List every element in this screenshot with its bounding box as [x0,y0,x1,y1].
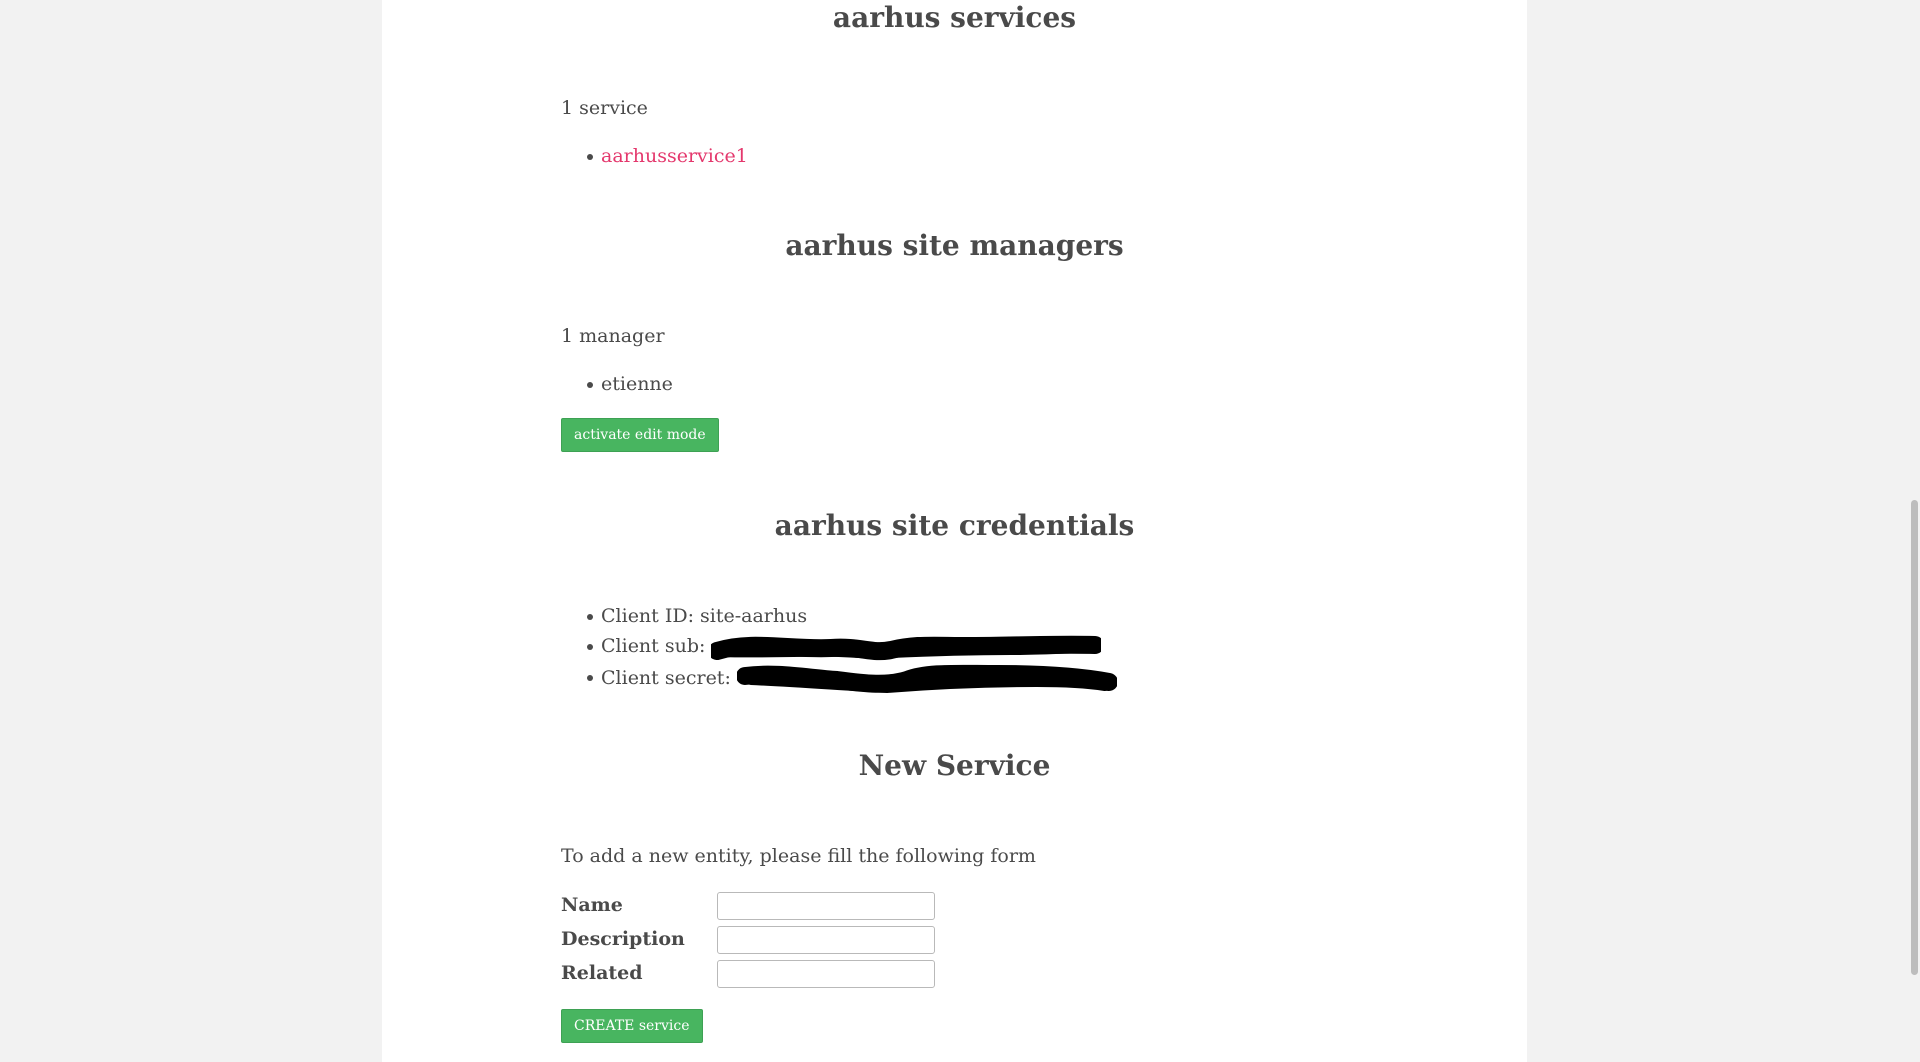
page-container: aarhus services 1 service aarhusservice1… [382,0,1527,1062]
credentials-list: Client ID: site-aarhus Client sub: Clien… [561,601,1117,696]
managers-list: etienne [561,369,673,399]
list-item: aarhusservice1 [587,141,748,171]
new-service-heading: New Service [858,749,1051,782]
description-input[interactable] [717,926,935,954]
scrollbar-track[interactable] [1908,0,1920,1062]
services-heading: aarhus services [832,1,1077,34]
related-label: Related [561,962,643,984]
managers-count: 1 manager [561,325,665,347]
client-id-item: Client ID: site-aarhus [587,601,1117,631]
services-count: 1 service [561,97,648,119]
related-input[interactable] [717,960,935,988]
scrollbar-thumb[interactable] [1911,500,1918,975]
new-service-intro: To add a new entity, please fill the fol… [561,845,1036,867]
client-secret-label: Client secret: [601,667,731,689]
redaction-mark [711,635,1102,661]
service-link-aarhusservice1[interactable]: aarhusservice1 [601,145,748,167]
managers-heading: aarhus site managers [785,229,1124,262]
related-row: Related [561,960,1348,990]
client-sub-item: Client sub: [587,631,1117,662]
client-sub-label: Client sub: [601,635,706,657]
name-row: Name [561,892,1348,922]
client-secret-item: Client secret: [587,662,1117,696]
create-service-button[interactable]: CREATE service [561,1009,703,1043]
list-item: etienne [587,369,673,399]
description-row: Description [561,926,1348,956]
activate-edit-mode-button[interactable]: activate edit mode [561,418,719,452]
credentials-heading: aarhus site credentials [774,509,1135,542]
description-label: Description [561,928,685,950]
name-input[interactable] [717,892,935,920]
services-list: aarhusservice1 [561,141,748,171]
redaction-mark [736,664,1117,694]
name-label: Name [561,894,623,916]
client-id-label: Client ID: site-aarhus [601,605,808,627]
